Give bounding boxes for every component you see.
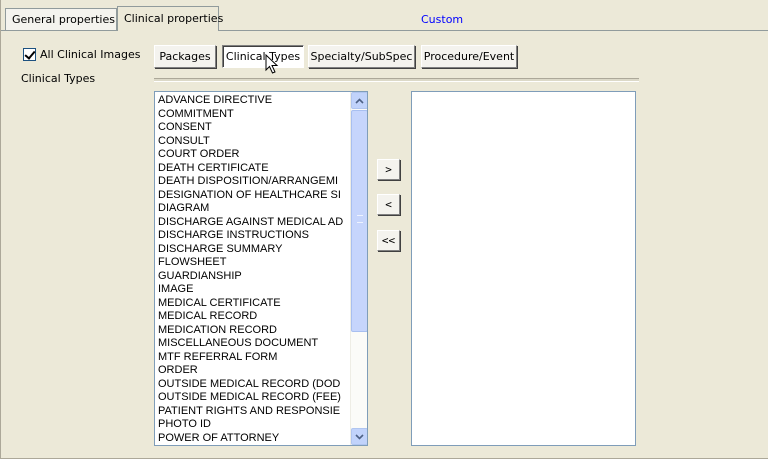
- specialty-subspec-button[interactable]: Specialty/SubSpec: [308, 45, 415, 68]
- list-item[interactable]: FLOWSHEET: [158, 256, 349, 270]
- list-item[interactable]: DEATH CERTIFICATE: [158, 162, 349, 176]
- list-item[interactable]: DISCHARGE INSTRUCTIONS: [158, 229, 349, 243]
- tab-custom-label[interactable]: Custom: [421, 13, 463, 26]
- separator-bar: [154, 78, 639, 82]
- list-item[interactable]: MISCELLANEOUS DOCUMENT: [158, 337, 349, 351]
- list-item[interactable]: PATIENT RIGHTS AND RESPONSIE: [158, 405, 349, 419]
- all-clinical-images-row[interactable]: All Clinical Images: [23, 48, 140, 61]
- list-item[interactable]: DIAGRAM: [158, 202, 349, 216]
- all-clinical-images-checkbox[interactable]: [23, 48, 36, 61]
- selected-types-listbox[interactable]: [411, 91, 636, 446]
- list-item[interactable]: CONSULT: [158, 135, 349, 149]
- list-item[interactable]: PHOTO ID: [158, 418, 349, 432]
- tab-divider: [1, 30, 768, 31]
- list-item[interactable]: COMMITMENT: [158, 108, 349, 122]
- list-item[interactable]: DISCHARGE AGAINST MEDICAL AD: [158, 216, 349, 230]
- list-item[interactable]: ORDER: [158, 364, 349, 378]
- list-item[interactable]: COURT ORDER: [158, 148, 349, 162]
- list-item[interactable]: MEDICAL CERTIFICATE: [158, 297, 349, 311]
- list-item[interactable]: ADVANCE DIRECTIVE: [158, 94, 349, 108]
- dialog-frame: General properties Clinical properties C…: [0, 0, 768, 459]
- vertical-scrollbar[interactable]: [350, 92, 367, 445]
- list-item[interactable]: GUARDIANSHIP: [158, 270, 349, 284]
- chevron-up-icon: [355, 97, 364, 104]
- remove-selected-button[interactable]: <: [377, 194, 400, 215]
- list-item[interactable]: MTF REFERRAL FORM: [158, 351, 349, 365]
- scroll-thumb[interactable]: [351, 110, 367, 332]
- list-item[interactable]: DEATH DISPOSITION/ARRANGEMI: [158, 175, 349, 189]
- list-item[interactable]: MEDICAL RECORD: [158, 310, 349, 324]
- list-item[interactable]: OUTSIDE MEDICAL RECORD (DOD: [158, 378, 349, 392]
- list-item[interactable]: CONSENT: [158, 121, 349, 135]
- list-item[interactable]: DESIGNATION OF HEALTHCARE SI: [158, 189, 349, 203]
- all-clinical-images-label: All Clinical Images: [40, 48, 141, 61]
- list-item[interactable]: OUTSIDE MEDICAL RECORD (FEE): [158, 391, 349, 405]
- packages-button[interactable]: Packages: [154, 45, 216, 68]
- chevron-down-icon: [355, 433, 364, 440]
- available-types-items: ADVANCE DIRECTIVE COMMITMENT CONSENT CONSUL…: [158, 94, 349, 445]
- scroll-grip-icon: [357, 215, 363, 223]
- list-item[interactable]: POWER OF ATTORNEY: [158, 432, 349, 446]
- list-item[interactable]: MEDICATION RECORD: [158, 324, 349, 338]
- clinical-types-label: Clinical Types: [21, 72, 96, 85]
- tab-divider-gap: [118, 30, 218, 31]
- scroll-down-button[interactable]: [351, 428, 367, 445]
- available-types-listbox[interactable]: ADVANCE DIRECTIVE COMMITMENT CONSENT CONSUL…: [154, 91, 368, 446]
- procedure-event-button[interactable]: Procedure/Event: [421, 45, 517, 68]
- tab-strip: General properties Clinical properties C…: [1, 0, 768, 31]
- list-item[interactable]: DISCHARGE SUMMARY: [158, 243, 349, 257]
- scroll-up-button[interactable]: [351, 92, 367, 109]
- add-selected-button[interactable]: >: [377, 159, 400, 180]
- clinical-types-button[interactable]: Clinical Types: [222, 45, 304, 68]
- list-item[interactable]: IMAGE: [158, 283, 349, 297]
- remove-all-button[interactable]: <<: [377, 230, 400, 251]
- tab-general-properties[interactable]: General properties: [5, 8, 117, 30]
- mouse-pointer-icon: [265, 54, 279, 74]
- tab-clinical-properties[interactable]: Clinical properties: [117, 6, 223, 31]
